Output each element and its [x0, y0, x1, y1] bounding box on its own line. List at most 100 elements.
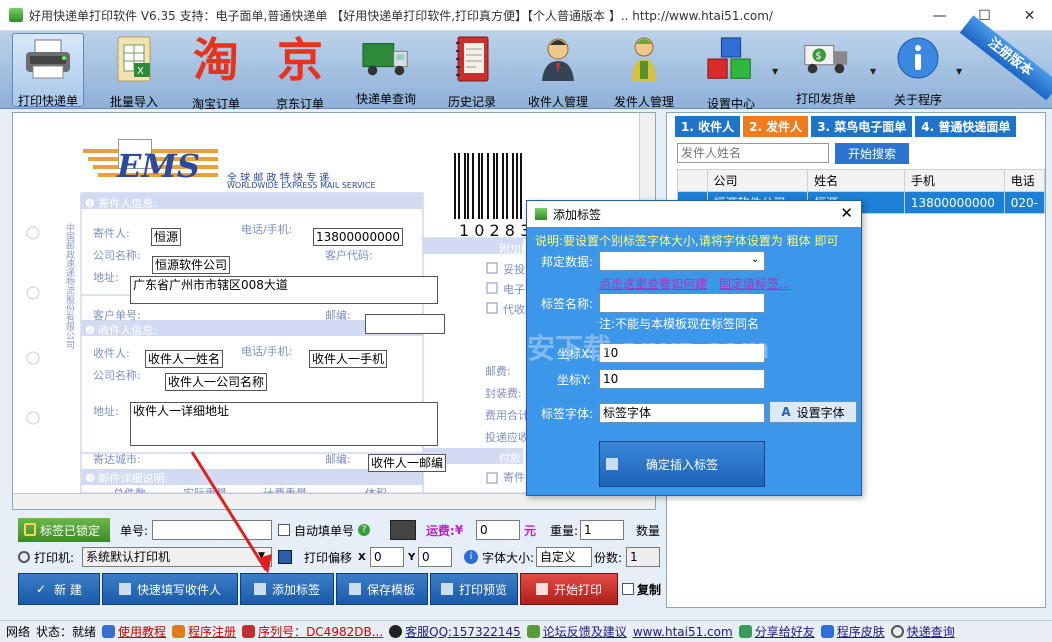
field-recv-phone[interactable]: 收件人一手机 — [309, 350, 388, 368]
tutorial-link[interactable]: 使用教程 — [102, 623, 166, 640]
save-icon[interactable] — [278, 550, 292, 564]
toolbar-label: 京东订单 — [275, 97, 324, 111]
printer-select[interactable]: 系统默认打印机 — [82, 547, 272, 567]
fixed-value-link[interactable]: 固定值标签... — [719, 275, 790, 292]
order-no-input[interactable] — [152, 520, 272, 540]
copies-input[interactable]: 1 — [626, 547, 660, 567]
weight-input[interactable]: 1 — [580, 520, 624, 540]
scanner-icon[interactable] — [390, 520, 416, 540]
right-col-item: 邮费: — [485, 365, 511, 378]
confirm-insert-label-button[interactable]: 确定插入标签 — [599, 441, 765, 487]
y-coord-input[interactable]: 10 — [599, 369, 765, 389]
qq-link[interactable]: 客服QQ:157322145 — [389, 623, 521, 640]
label-font-input[interactable]: 标签字体 — [599, 403, 765, 423]
start-print-text: 开始打印 — [553, 582, 602, 597]
address-label: 地址: — [93, 271, 119, 284]
font-size-label: 字体大小: — [482, 550, 535, 565]
label-lock-toggle[interactable]: 标签已锁定 — [18, 518, 110, 542]
label-name-input[interactable] — [599, 293, 765, 313]
tab-normal-waybill[interactable]: 4. 普通快递面单 — [915, 116, 1017, 137]
col-phone[interactable]: 电话 — [1003, 169, 1046, 192]
dialog-close-icon[interactable]: ✕ — [840, 204, 853, 222]
how-to-link[interactable]: 点击这里查看如何建 — [599, 275, 707, 292]
add-label-button[interactable]: 添加标签 — [240, 573, 334, 605]
new-button[interactable]: ✓ 新 建 — [18, 573, 100, 605]
auto-fill-label: 自动填单号 — [294, 523, 355, 538]
invoice-dropdown-arrow-icon[interactable]: ▼ — [870, 67, 876, 76]
close-button[interactable]: ✕ — [1007, 0, 1052, 31]
tab-cainiao[interactable]: 3. 菜鸟电子面单 — [811, 116, 913, 137]
offset-x-input[interactable]: 0 — [370, 547, 404, 567]
about-dropdown-arrow-icon[interactable]: ▼ — [956, 67, 962, 76]
field-sender-company[interactable]: 恒源软件公司 — [152, 256, 231, 274]
register-link[interactable]: 程序注册 — [172, 623, 236, 640]
serial-number: 序列号：DC4982DB... — [242, 623, 383, 640]
save-template-button[interactable]: 保存模板 — [336, 573, 428, 605]
print-preview-button[interactable]: 打印预览 — [430, 573, 518, 605]
website-link[interactable]: www.htai51.com — [633, 625, 733, 639]
col-mobile[interactable]: 手机 — [903, 169, 1005, 192]
sender-search-input[interactable] — [677, 143, 829, 163]
help-icon[interactable]: ? — [358, 524, 371, 536]
col-company[interactable]: 公司 — [706, 169, 809, 192]
toolbar-jd-orders[interactable]: 京 京东订单 — [264, 33, 336, 111]
set-font-button[interactable]: A 设置字体 — [769, 401, 857, 423]
start-print-button[interactable]: 开始打印 — [520, 573, 618, 605]
toolbar-history[interactable]: 历史记录 — [436, 33, 508, 109]
field-sender-address[interactable]: 广东省广州市市辖区008大道 — [130, 276, 438, 304]
freight-input[interactable]: 0 — [476, 520, 520, 540]
chevron-down-icon[interactable]: ▼ — [258, 551, 265, 561]
copy-checkbox[interactable]: 复制 — [622, 576, 661, 602]
toolbar-print-waybill[interactable]: 打印快递单 — [12, 33, 84, 108]
cell-phone: 020- — [1003, 191, 1046, 214]
toolbar-print-invoice[interactable]: $ 打印发货单 — [790, 33, 862, 107]
toolbar-recipient-mgmt[interactable]: 收件人管理 — [522, 33, 594, 109]
quick-fill-recipient-button[interactable]: 快速填写收件人 — [102, 573, 238, 605]
right-col-item: 代收 — [503, 303, 525, 316]
field-sender-phone[interactable]: 13800000000 — [313, 228, 403, 246]
settings-dropdown-arrow-icon[interactable]: ▼ — [772, 67, 778, 76]
font-size-select[interactable]: 自定义 — [536, 547, 592, 567]
toolbar-batch-import[interactable]: X 批量导入 — [98, 33, 170, 109]
recipient-user-icon — [533, 35, 583, 83]
qty-label: 数量 — [636, 523, 661, 538]
tab-sender[interactable]: 2. 发件人 — [743, 116, 809, 137]
toolbar-about[interactable]: 关于程序 — [884, 33, 952, 107]
bind-data-select[interactable] — [599, 251, 765, 271]
toolbar-label: 打印快递单 — [17, 94, 78, 108]
field-sender-name[interactable]: 恒源 — [151, 228, 182, 246]
field-recv-zip[interactable]: 收件人一邮编 — [368, 454, 447, 472]
field-recv-company[interactable]: 收件人一公司名称 — [165, 373, 268, 391]
forum-link[interactable]: 论坛反馈及建议 — [526, 623, 627, 640]
checkbox-icon — [622, 583, 634, 595]
recv-zip-label: 邮编: — [325, 453, 351, 466]
share-link[interactable]: 分享给好友 — [738, 623, 815, 640]
field-empty-box[interactable] — [365, 314, 445, 334]
field-recv-address[interactable]: 收件人一详细地址 — [130, 402, 438, 446]
truck-icon — [361, 35, 411, 80]
copy-label: 复制 — [637, 582, 662, 597]
ems-logo: EMS — [117, 147, 200, 185]
toolbar-waybill-query[interactable]: 快递单查询 — [350, 33, 422, 107]
auto-fill-checkbox[interactable]: 自动填单号 ? — [278, 517, 371, 543]
tab-recipient[interactable]: 1. 收件人 — [675, 116, 741, 137]
track-link[interactable]: 快递查询 — [890, 623, 955, 640]
minimize-button[interactable]: — — [917, 0, 962, 31]
field-recv-name[interactable]: 收件人一姓名 — [145, 350, 224, 368]
offset-y-input[interactable]: 0 — [418, 547, 452, 567]
info-icon[interactable]: i — [464, 550, 478, 564]
sender-user-icon — [619, 35, 669, 83]
toolbar-sender-mgmt[interactable]: 发件人管理 — [608, 33, 680, 109]
chevron-down-icon[interactable]: ⌄ — [751, 254, 759, 265]
weight-label: 重量: — [550, 523, 579, 538]
skin-link[interactable]: 程序皮肤 — [820, 623, 885, 640]
share-icon — [738, 625, 752, 638]
toolbar-taobao-orders[interactable]: 淘 淘宝订单 — [180, 33, 252, 111]
toolbar-label: 批量导入 — [109, 95, 158, 109]
toolbar-settings-center[interactable]: 设置中心 — [695, 33, 767, 111]
col-name[interactable]: 姓名 — [807, 169, 905, 192]
dialog-title-bar: 添加标签 ✕ — [527, 201, 861, 227]
currency-symbol: ¥ — [454, 523, 464, 537]
search-button[interactable]: 开始搜索 — [835, 143, 909, 164]
app-icon — [9, 8, 23, 22]
